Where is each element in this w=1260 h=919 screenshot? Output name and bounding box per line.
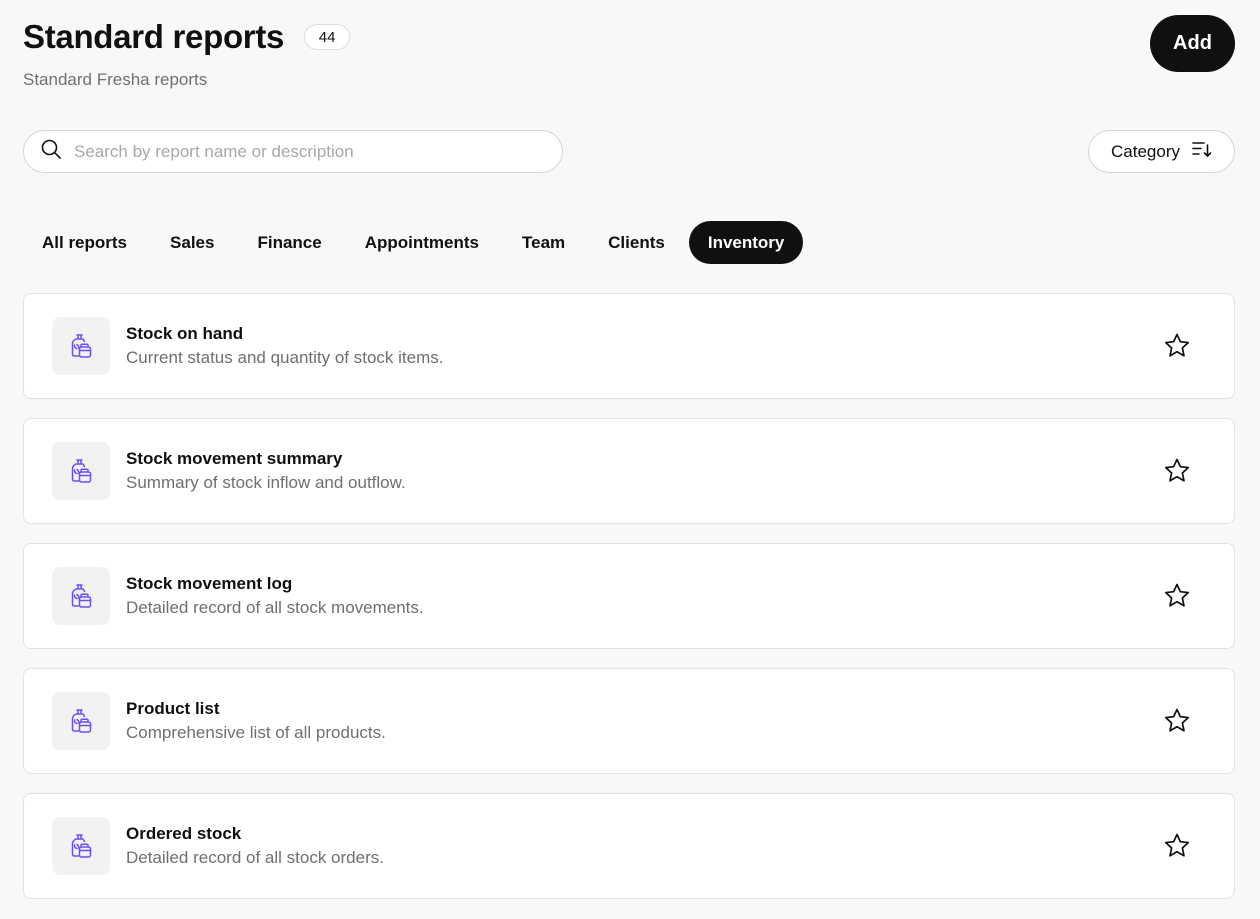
- category-filter-button[interactable]: Category: [1088, 130, 1235, 173]
- report-title: Stock on hand: [126, 323, 244, 343]
- tab-inventory[interactable]: Inventory: [688, 221, 804, 264]
- report-description: Detailed record of all stock orders.: [126, 847, 384, 867]
- report-title: Stock movement log: [126, 573, 293, 593]
- report-text: Stock movement summary Summary of stock …: [126, 448, 406, 495]
- report-text: Product list Comprehensive list of all p…: [126, 698, 386, 745]
- report-text: Stock movement log Detailed record of al…: [126, 573, 424, 620]
- favorite-star-icon[interactable]: [1160, 704, 1194, 738]
- standard-reports-page: Standard reports 44 Standard Fresha repo…: [0, 0, 1260, 919]
- tab-team[interactable]: Team: [503, 221, 584, 264]
- report-card-stock-movement-summary[interactable]: Stock movement summary Summary of stock …: [23, 418, 1235, 524]
- report-card-stock-on-hand[interactable]: Stock on hand Current status and quantit…: [23, 293, 1235, 399]
- report-title: Stock movement summary: [126, 448, 343, 468]
- page-title: Standard reports: [23, 18, 285, 55]
- report-category-tabs: All reports Sales Finance Appointments T…: [23, 221, 808, 264]
- category-label: Category: [1111, 141, 1180, 161]
- inventory-icon: [52, 567, 110, 625]
- report-description: Detailed record of all stock movements.: [126, 597, 424, 617]
- favorite-star-icon[interactable]: [1160, 454, 1194, 488]
- inventory-icon: [52, 692, 110, 750]
- report-text: Ordered stock Detailed record of all sto…: [126, 823, 384, 870]
- report-card-product-list[interactable]: Product list Comprehensive list of all p…: [23, 668, 1235, 774]
- tab-all-reports[interactable]: All reports: [23, 221, 146, 264]
- tab-finance[interactable]: Finance: [238, 221, 340, 264]
- tab-sales[interactable]: Sales: [151, 221, 233, 264]
- report-description: Comprehensive list of all products.: [126, 722, 386, 742]
- favorite-star-icon[interactable]: [1160, 829, 1194, 863]
- sort-icon: [1192, 140, 1212, 163]
- tab-clients[interactable]: Clients: [589, 221, 684, 264]
- report-title: Product list: [126, 698, 220, 718]
- page-header: Standard reports 44 Standard Fresha repo…: [23, 16, 351, 90]
- search-icon: [40, 138, 62, 165]
- report-description: Current status and quantity of stock ite…: [126, 347, 444, 367]
- page-subtitle: Standard Fresha reports: [23, 70, 208, 89]
- inventory-icon: [52, 817, 110, 875]
- inventory-icon: [52, 442, 110, 500]
- report-card-stock-movement-log[interactable]: Stock movement log Detailed record of al…: [23, 543, 1235, 649]
- report-title: Ordered stock: [126, 823, 242, 843]
- report-card-ordered-stock[interactable]: Ordered stock Detailed record of all sto…: [23, 793, 1235, 899]
- inventory-icon: [52, 317, 110, 375]
- tab-appointments[interactable]: Appointments: [346, 221, 498, 264]
- search-box[interactable]: [23, 130, 563, 173]
- search-input[interactable]: [72, 140, 536, 163]
- favorite-star-icon[interactable]: [1160, 329, 1194, 363]
- report-description: Summary of stock inflow and outflow.: [126, 472, 406, 492]
- favorite-star-icon[interactable]: [1160, 579, 1194, 613]
- report-text: Stock on hand Current status and quantit…: [126, 323, 443, 370]
- report-list: Stock on hand Current status and quantit…: [23, 293, 1235, 918]
- report-count-badge: 44: [304, 24, 351, 50]
- title-row: Standard reports 44: [23, 16, 351, 58]
- add-button[interactable]: Add: [1150, 15, 1235, 72]
